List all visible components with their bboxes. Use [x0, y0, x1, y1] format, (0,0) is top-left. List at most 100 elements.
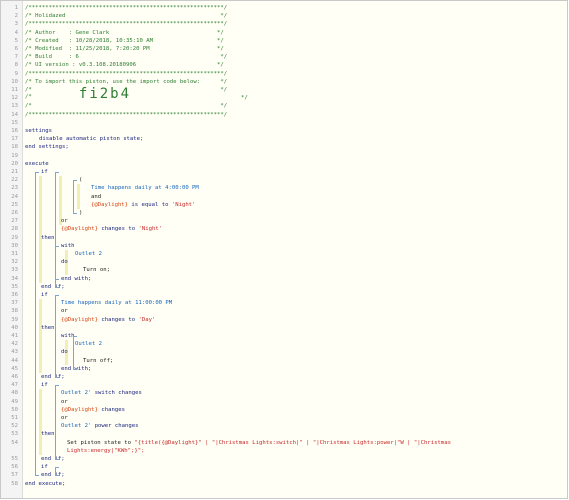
line-number: 6 [14, 46, 18, 52]
code-line[interactable]: Lights:energy|"KWh";}"; [67, 447, 144, 455]
code-line[interactable]: {@Daylight} is equal to 'Night' [91, 201, 195, 209]
code-line[interactable]: Turn on; [83, 266, 110, 274]
code-line[interactable]: execute [25, 160, 49, 168]
line-number: 42 [11, 341, 18, 348]
changes-keyword: changes [101, 406, 125, 413]
code-line[interactable]: and [91, 193, 101, 201]
or-keyword: or [61, 308, 68, 315]
import-code-line[interactable]: /* fi2b4 */ [25, 87, 248, 101]
code-line[interactable]: /***************************************… [25, 111, 227, 119]
block-guide [55, 295, 56, 377]
line-number: 35 [11, 283, 18, 290]
code-line[interactable]: /* Created : 10/28/2018, 10:35:10 AM */ [25, 37, 224, 45]
header-border: /***************************************… [25, 70, 228, 77]
code-line[interactable]: if [41, 463, 48, 471]
block-guide-tick [35, 172, 39, 173]
code-line[interactable]: Outlet 2 [75, 250, 102, 258]
block-guide-tick [55, 295, 59, 296]
code-line[interactable]: /***************************************… [25, 20, 227, 28]
code-line[interactable]: Time happens daily at 4:00:00 PM [91, 184, 199, 192]
code-line[interactable]: ) [79, 209, 82, 217]
block-guide-tick [35, 475, 39, 477]
line-number: 2 [14, 13, 18, 20]
code-line[interactable]: then [41, 324, 54, 332]
code-line[interactable]: if [41, 291, 48, 299]
code-line[interactable]: disable automatic piston state; [39, 135, 143, 143]
header-import-note: /* To import this piston, use the import… [25, 78, 228, 85]
block-guide-tick [55, 172, 59, 173]
then-keyword: then [41, 234, 55, 241]
header-title: /* Holidazed */ [25, 13, 228, 20]
code-line[interactable]: do [61, 348, 68, 356]
night-string: 'Night' [138, 226, 163, 233]
line-number-gutter: 1 2 3 4 5 6 7 8 9 10 11 12 13 14 15 16 17 18 19 20 21 22 23 24 2… [1, 1, 23, 498]
close-paren: ) [79, 210, 83, 216]
line-number: 16 [11, 128, 18, 134]
header-blank: /* */ [25, 103, 228, 110]
code-area[interactable]: /***************************************… [25, 1, 567, 498]
code-line[interactable]: /***************************************… [25, 4, 227, 12]
line-number: 37 [11, 300, 18, 307]
line-number: 50 [11, 406, 18, 413]
line-number: 22 [11, 177, 18, 184]
header-ui-version: /* UI version : v0.3.108.20180906 */ [25, 62, 224, 69]
line-number: 5 [14, 37, 18, 44]
code-line[interactable]: end execute; [25, 480, 65, 488]
line-number: 13 [11, 103, 18, 110]
code-line[interactable]: /* Modified : 11/25/2018, 7:20:20 PM */ [25, 45, 224, 53]
code-line[interactable]: if [41, 168, 48, 176]
code-line[interactable]: end if; [41, 283, 65, 291]
code-line[interactable]: /* To import this piston, use the import… [25, 78, 227, 86]
code-line[interactable]: end settings; [25, 143, 69, 151]
code-line[interactable]: settings [25, 127, 52, 135]
import-code[interactable]: fi2b4 [79, 86, 131, 102]
code-line[interactable]: {@Daylight} changes [61, 406, 125, 414]
piston-code-editor[interactable]: 1 2 3 4 5 6 7 8 9 10 11 12 13 14 15 16 17 18 19 20 21 22 23 24 2… [0, 0, 568, 499]
end-if-keyword: end if; [41, 456, 65, 462]
code-line[interactable]: /***************************************… [25, 70, 227, 78]
block-guide [55, 385, 56, 459]
code-line[interactable]: then [41, 234, 54, 242]
code-line[interactable]: Outlet 2 [75, 340, 102, 348]
code-line[interactable]: /* */ [25, 102, 227, 110]
code-line[interactable]: /* UI version : v0.3.108.20180906 */ [25, 61, 224, 69]
line-number: 52 [11, 423, 18, 430]
code-line[interactable]: or [61, 414, 68, 422]
code-line[interactable]: Outlet 2' switch changes [61, 389, 142, 397]
block-guide-tick [73, 368, 77, 370]
code-line[interactable]: Time happens daily at 11:00:00 PM [61, 299, 172, 307]
code-line[interactable]: then [41, 430, 54, 438]
disable-state-statement: disable automatic piston state; [39, 136, 144, 143]
code-line[interactable]: ( [79, 176, 82, 184]
code-line[interactable]: {@Daylight} changes to 'Day' [61, 316, 155, 324]
line-number: 27 [11, 218, 18, 225]
code-line[interactable]: or [61, 398, 68, 406]
code-line[interactable]: end if; [41, 455, 65, 463]
code-line[interactable]: /* Holidazed */ [25, 12, 227, 20]
code-line[interactable]: /* Build : 6 */ [25, 53, 227, 61]
code-line[interactable]: Set piston state to "{title({@Daylight}"… [67, 439, 451, 447]
code-line[interactable]: or [61, 217, 68, 225]
daylight-variable: {@Daylight} [91, 201, 129, 208]
line-number: 48 [11, 390, 18, 397]
code-line[interactable]: end if; [41, 373, 65, 381]
code-line[interactable]: Outlet 2' power changes [61, 422, 138, 430]
changes-to: changes to [101, 226, 136, 233]
line-number: 58 [11, 480, 18, 487]
code-line[interactable]: or [61, 307, 68, 315]
code-line[interactable]: do [61, 258, 68, 266]
code-line[interactable]: end with; [61, 275, 91, 283]
code-line[interactable]: /* Author : Gene Clark */ [25, 29, 224, 37]
with-keyword: with [61, 242, 75, 249]
code-line[interactable]: Turn off; [83, 357, 113, 365]
line-number: 29 [11, 234, 18, 241]
code-line[interactable]: with [61, 242, 74, 250]
code-line[interactable]: end if; [41, 471, 65, 479]
line-number: 19 [11, 152, 18, 159]
code-line[interactable]: {@Daylight} changes to 'Night' [61, 225, 162, 233]
is-equal-to: is equal to [131, 201, 169, 208]
block-guide-tick [55, 286, 59, 288]
code-line[interactable]: if [41, 381, 48, 389]
block-guide-tick [55, 377, 59, 378]
block-guide-tick [73, 180, 77, 182]
